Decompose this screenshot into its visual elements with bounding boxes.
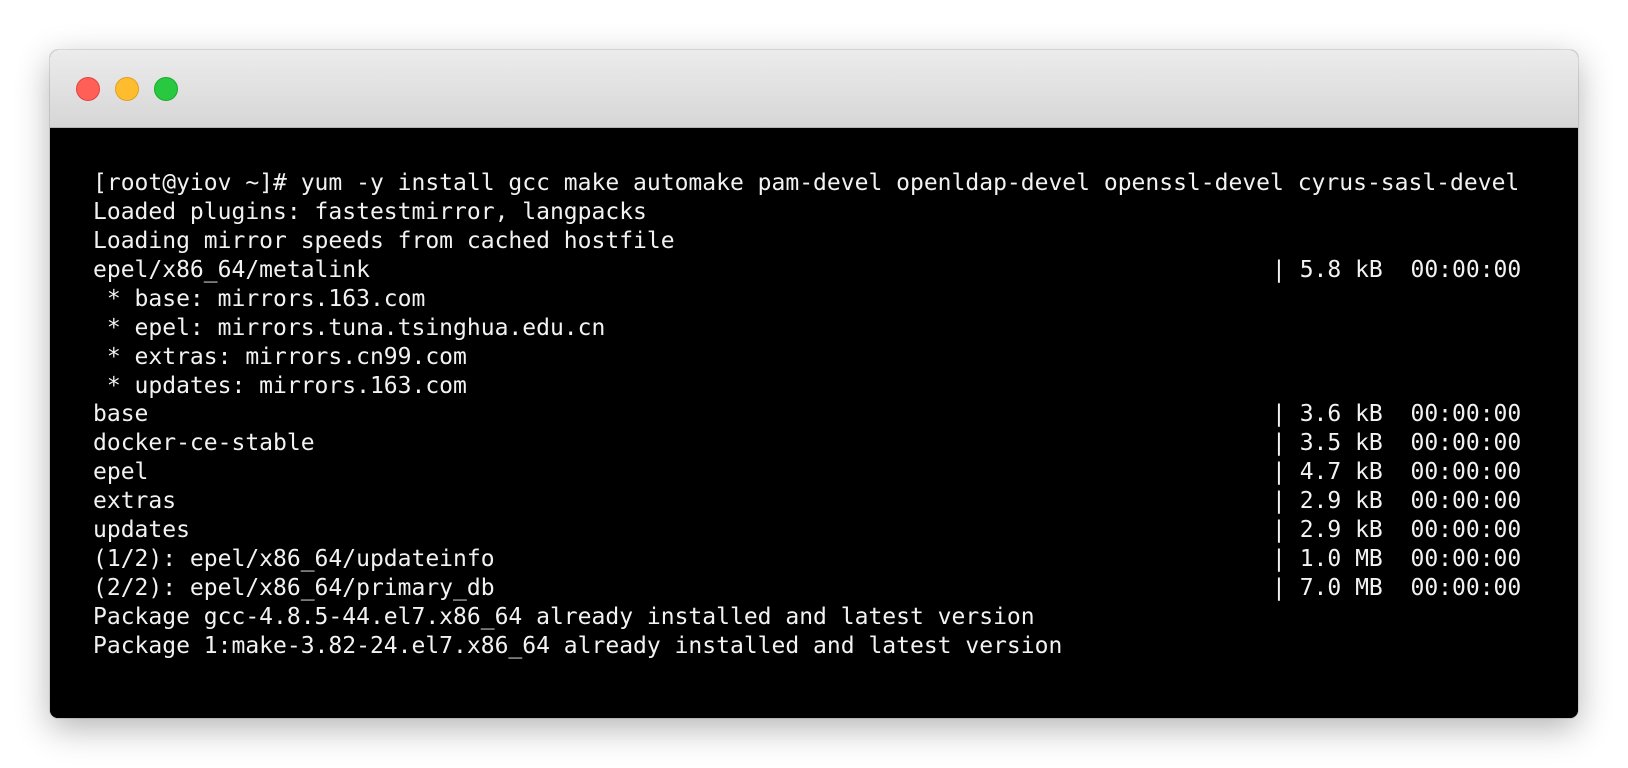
terminal-window: [root@yiov ~]# yum -y install gcc make a… bbox=[50, 50, 1578, 718]
output-line: Loading mirror speeds from cached hostfi… bbox=[93, 228, 675, 254]
output-line: docker-ce-stable bbox=[93, 430, 315, 456]
output-line: (1/2): epel/x86_64/updateinfo bbox=[93, 546, 495, 572]
output-line: Package 1:make-3.82-24.el7.x86_64 alread… bbox=[93, 633, 1063, 659]
download-stat: | 4.7 kB 00:00:00 bbox=[1272, 459, 1522, 485]
output-line: Loaded plugins: fastestmirror, langpacks bbox=[93, 199, 647, 225]
output-line: * base: mirrors.163.com bbox=[93, 286, 426, 312]
output-line: * updates: mirrors.163.com bbox=[93, 373, 467, 399]
download-stat: | 2.9 kB 00:00:00 bbox=[1272, 488, 1522, 514]
command-line: [root@yiov ~]# yum -y install gcc make a… bbox=[93, 170, 1520, 196]
minimize-window-button[interactable] bbox=[115, 77, 139, 101]
output-line: (2/2): epel/x86_64/primary_db bbox=[93, 575, 495, 601]
window-titlebar[interactable] bbox=[50, 50, 1578, 128]
output-line: Package gcc-4.8.5-44.el7.x86_64 already … bbox=[93, 604, 1035, 630]
output-line: base bbox=[93, 401, 149, 427]
output-line: epel/x86_64/metalink bbox=[93, 257, 370, 283]
download-stat: | 3.5 kB 00:00:00 bbox=[1272, 430, 1522, 456]
output-line: * extras: mirrors.cn99.com bbox=[93, 344, 467, 370]
output-line: updates bbox=[93, 517, 190, 543]
terminal-output[interactable]: [root@yiov ~]# yum -y install gcc make a… bbox=[50, 128, 1578, 718]
download-stat: | 3.6 kB 00:00:00 bbox=[1272, 401, 1522, 427]
zoom-window-button[interactable] bbox=[154, 77, 178, 101]
output-line: epel bbox=[93, 459, 149, 485]
output-line: extras bbox=[93, 488, 177, 514]
download-stat: | 5.8 kB 00:00:00 bbox=[1272, 257, 1522, 283]
download-stat: | 1.0 MB 00:00:00 bbox=[1272, 546, 1522, 572]
close-window-button[interactable] bbox=[76, 77, 100, 101]
download-stat: | 2.9 kB 00:00:00 bbox=[1272, 517, 1522, 543]
output-line: * epel: mirrors.tuna.tsinghua.edu.cn bbox=[93, 315, 606, 341]
download-stat: | 7.0 MB 00:00:00 bbox=[1272, 575, 1522, 601]
